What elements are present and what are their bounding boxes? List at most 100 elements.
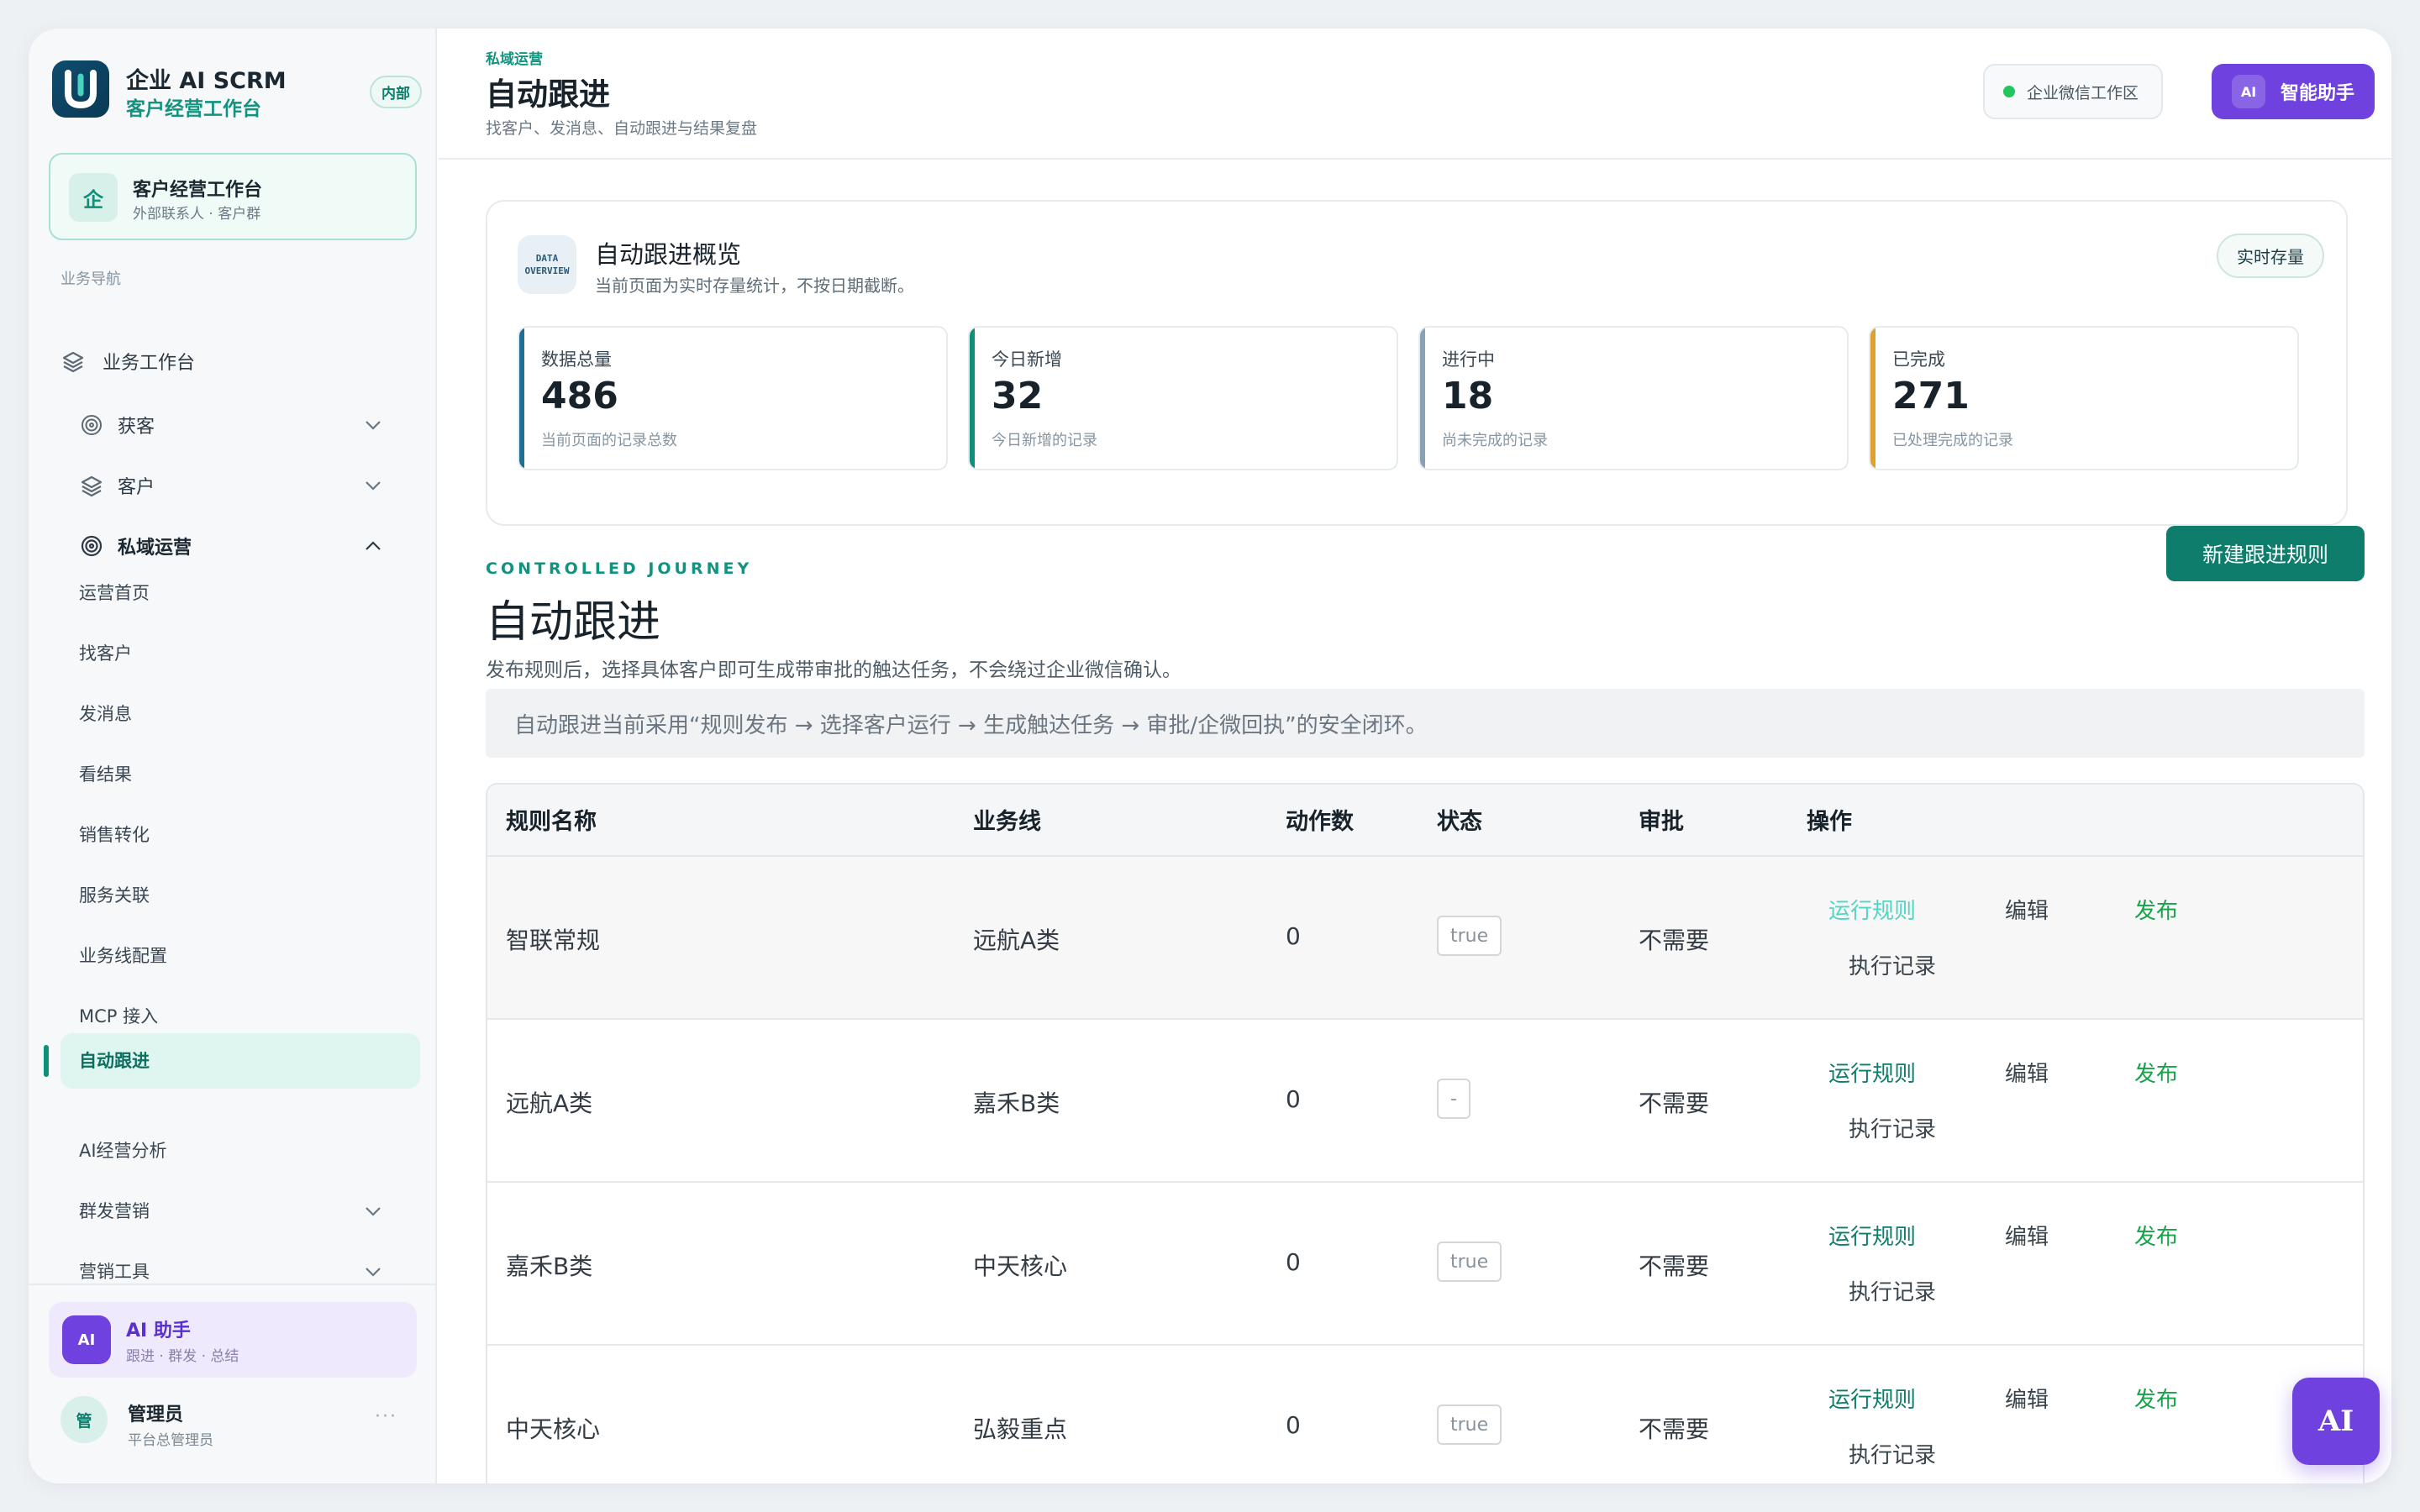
rules-table: 规则名称 业务线 动作数 状态 审批 操作 智联常规 远航A类 0 true 不… bbox=[486, 783, 2365, 1483]
edit-link[interactable]: 编辑 bbox=[2005, 1220, 2049, 1251]
env-label: 企业微信工作区 bbox=[2027, 83, 2139, 102]
nav-leaf-service-link[interactable]: 服务关联 bbox=[79, 880, 150, 911]
nav-leaf-results[interactable]: 看结果 bbox=[79, 759, 132, 790]
chevron-down-icon[interactable] bbox=[361, 413, 385, 437]
table-row[interactable]: 嘉禾B类 中天核心 0 true 不需要 运行规则 编辑 发布 执行记录 bbox=[487, 1181, 2363, 1344]
breadcrumb[interactable]: 私域运营 bbox=[486, 47, 543, 68]
execution-log-link[interactable]: 执行记录 bbox=[1849, 949, 1936, 980]
brand-name: 企业 AI SCRM bbox=[126, 68, 287, 94]
execution-log-link[interactable]: 执行记录 bbox=[1849, 1275, 1936, 1306]
run-rule-link[interactable]: 运行规则 bbox=[1828, 894, 1916, 925]
floating-ai-button[interactable]: AI bbox=[2292, 1378, 2380, 1465]
col-header-count[interactable]: 动作数 bbox=[1286, 803, 1354, 836]
stat-desc: 已处理完成的记录 bbox=[1892, 432, 2013, 449]
nav-group-marketing-tools[interactable]: 营销工具 bbox=[79, 1257, 150, 1287]
edit-link[interactable]: 编辑 bbox=[2005, 1383, 2049, 1414]
nav-leaf-business-line-config[interactable]: 业务线配置 bbox=[79, 941, 167, 971]
col-header-status[interactable]: 状态 bbox=[1437, 803, 1482, 836]
avatar[interactable]: 管 bbox=[60, 1396, 108, 1443]
nav-group-acquire[interactable]: 获客 bbox=[79, 408, 155, 442]
stat-accent bbox=[970, 328, 975, 469]
stat-value: 18 bbox=[1442, 375, 1494, 417]
nav-leaf-ops-home[interactable]: 运营首页 bbox=[79, 578, 150, 608]
workspace-title: 客户经营工作台 bbox=[133, 180, 263, 201]
section-title: 自动跟进 bbox=[486, 597, 661, 648]
workspace-subtitle: 外部联系人 · 客户群 bbox=[133, 206, 261, 223]
nav-item-label: 业务工作台 bbox=[103, 353, 196, 374]
status-badge: true bbox=[1437, 1404, 1502, 1445]
ai-icon: AI bbox=[2232, 75, 2265, 108]
section-description: 发布规则后，选择具体客户即可生成带审批的触达任务，不会绕过企业微信确认。 bbox=[486, 659, 1181, 681]
execution-log-link[interactable]: 执行记录 bbox=[1849, 1112, 1936, 1143]
col-header-name[interactable]: 规则名称 bbox=[506, 803, 597, 836]
sidebar-divider bbox=[29, 1284, 437, 1285]
nav-active-indicator bbox=[44, 1045, 49, 1077]
nav-leaf-mcp[interactable]: MCP 接入 bbox=[79, 1001, 158, 1032]
data-overview-icon: DATA OVERVIEW bbox=[518, 235, 576, 294]
chevron-down-icon[interactable] bbox=[361, 1260, 385, 1284]
chevron-up-icon[interactable] bbox=[361, 534, 385, 558]
internal-badge: 内部 bbox=[370, 76, 422, 108]
workspace-switcher[interactable]: 企 客户经营工作台 外部联系人 · 客户群 bbox=[49, 153, 417, 240]
table-row[interactable]: 远航A类 嘉禾B类 0 - 不需要 运行规则 编辑 发布 执行记录 bbox=[487, 1018, 2363, 1181]
ai-card-title: AI 助手 bbox=[126, 1320, 191, 1341]
stat-label: 进行中 bbox=[1442, 349, 1495, 370]
cell-action-count: 0 bbox=[1286, 1085, 1301, 1113]
stat-card-total: 数据总量 486 当前页面的记录总数 bbox=[518, 326, 948, 470]
workspace-icon: 企 bbox=[69, 173, 118, 222]
table-row[interactable]: 中天核心 弘毅重点 0 true 不需要 运行规则 编辑 发布 执行记录 bbox=[487, 1344, 2363, 1483]
overview-card: DATA OVERVIEW 自动跟进概览 当前页面为实时存量统计，不按日期截断。… bbox=[486, 200, 2348, 526]
chevron-down-icon[interactable] bbox=[361, 1200, 385, 1223]
nav-leaf-ai-analysis[interactable]: AI经营分析 bbox=[79, 1136, 167, 1166]
sidebar: 企业 AI SCRM 客户经营工作台 内部 企 客户经营工作台 外部联系人 · … bbox=[29, 29, 437, 1483]
brand-logo bbox=[52, 60, 109, 118]
target-icon bbox=[79, 412, 104, 438]
cell-business-line: 中天核心 bbox=[973, 1252, 1068, 1280]
execution-log-link[interactable]: 执行记录 bbox=[1849, 1438, 1936, 1469]
cell-rule-name: 智联常规 bbox=[506, 927, 601, 954]
ai-assistant-card[interactable]: AI AI 助手 跟进 · 群发 · 总结 bbox=[49, 1302, 417, 1378]
table-row[interactable]: 智联常规 远航A类 0 true 不需要 运行规则 编辑 发布 执行记录 bbox=[487, 855, 2363, 1018]
nav-leaf-send-message[interactable]: 发消息 bbox=[79, 699, 132, 729]
publish-link[interactable]: 发布 bbox=[2134, 1057, 2178, 1088]
nav-leaf-auto-followup[interactable]: 自动跟进 bbox=[79, 1046, 150, 1076]
new-rule-button[interactable]: 新建跟进规则 bbox=[2166, 526, 2365, 581]
workspace-env-pill[interactable]: 企业微信工作区 bbox=[1983, 64, 2163, 119]
chevron-down-icon[interactable] bbox=[361, 474, 385, 497]
realtime-pill: 实时存量 bbox=[2217, 234, 2324, 278]
more-icon[interactable]: ··· bbox=[375, 1406, 397, 1427]
nav-leaf-find-customer[interactable]: 找客户 bbox=[79, 638, 132, 669]
status-badge: - bbox=[1437, 1079, 1470, 1119]
user-role: 平台总管理员 bbox=[128, 1432, 213, 1449]
publish-link[interactable]: 发布 bbox=[2134, 1383, 2178, 1414]
publish-link[interactable]: 发布 bbox=[2134, 894, 2178, 925]
status-badge: true bbox=[1437, 916, 1502, 956]
smart-assistant-button[interactable]: AI 智能助手 bbox=[2212, 64, 2375, 119]
nav-group-mass-marketing[interactable]: 群发营销 bbox=[79, 1196, 150, 1226]
run-rule-link[interactable]: 运行规则 bbox=[1828, 1383, 1916, 1414]
layers-icon bbox=[79, 473, 104, 498]
nav-section-label: 业务导航 bbox=[60, 270, 121, 288]
icon-text: DATA bbox=[535, 253, 559, 264]
stat-desc: 当前页面的记录总数 bbox=[541, 432, 677, 449]
stat-card-today: 今日新增 32 今日新增的记录 bbox=[968, 326, 1398, 470]
edit-link[interactable]: 编辑 bbox=[2005, 1057, 2049, 1088]
stat-desc: 尚未完成的记录 bbox=[1442, 432, 1548, 449]
nav-leaf-sales-conversion[interactable]: 销售转化 bbox=[79, 820, 150, 850]
section-eyebrow: CONTROLLED JOURNEY bbox=[486, 559, 753, 578]
edit-link[interactable]: 编辑 bbox=[2005, 894, 2049, 925]
col-header-line[interactable]: 业务线 bbox=[973, 803, 1041, 836]
nav-group-private-ops[interactable]: 私域运营 bbox=[79, 529, 192, 563]
nav-group-customer[interactable]: 客户 bbox=[79, 469, 155, 502]
col-header-approval[interactable]: 审批 bbox=[1639, 803, 1684, 836]
nav-item-workbench[interactable]: 业务工作台 bbox=[60, 344, 195, 378]
status-dot-icon bbox=[2003, 86, 2015, 97]
cell-approval: 不需要 bbox=[1639, 1252, 1710, 1280]
brand[interactable]: 企业 AI SCRM 客户经营工作台 内部 bbox=[52, 60, 422, 120]
stat-accent bbox=[1870, 328, 1876, 469]
cell-rule-name: 中天核心 bbox=[506, 1415, 601, 1443]
stat-value: 486 bbox=[541, 375, 618, 417]
run-rule-link[interactable]: 运行规则 bbox=[1828, 1220, 1916, 1251]
run-rule-link[interactable]: 运行规则 bbox=[1828, 1057, 1916, 1088]
publish-link[interactable]: 发布 bbox=[2134, 1220, 2178, 1251]
